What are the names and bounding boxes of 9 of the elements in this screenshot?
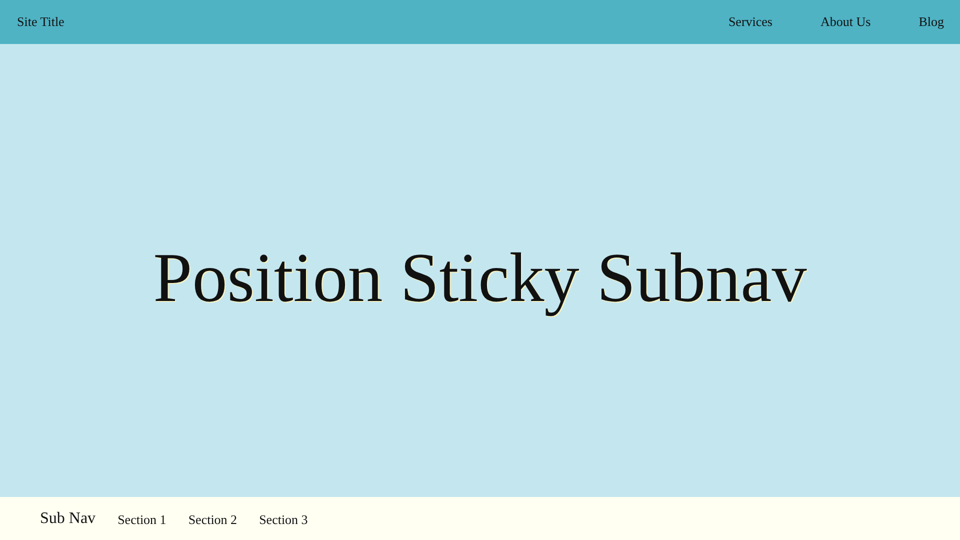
nav-link[interactable]: About Us [820, 14, 871, 30]
subnav-title: Sub Nav [40, 510, 96, 528]
nav-link[interactable]: Services [728, 14, 772, 30]
hero-heading: Position Sticky Subnav [153, 238, 807, 318]
nav-link[interactable]: Blog [918, 14, 944, 30]
subnav-link[interactable]: Section 3 [259, 512, 308, 528]
subnav-link[interactable]: Section 2 [188, 512, 238, 528]
subnav-link[interactable]: Section 1 [118, 512, 166, 528]
site-title: Site Title [17, 14, 64, 30]
